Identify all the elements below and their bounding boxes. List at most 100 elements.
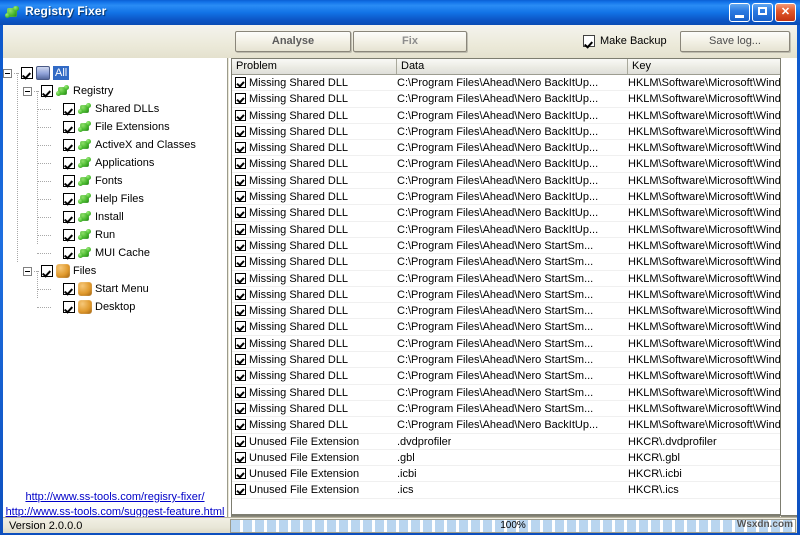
column-header-key[interactable]: Key xyxy=(628,59,780,74)
table-row[interactable]: Missing Shared DLL C:\Program Files\Ahead… xyxy=(232,352,780,369)
cell-problem: Missing Shared DLL xyxy=(249,272,349,285)
tree-item-all[interactable]: All xyxy=(3,64,227,82)
tree-item-fonts[interactable]: Fonts xyxy=(3,172,227,190)
table-row[interactable]: Missing Shared DLL C:\Program Files\Ahead… xyxy=(232,140,780,157)
row-checkbox[interactable] xyxy=(235,321,246,333)
tree-item-help-files[interactable]: Help Files xyxy=(3,190,227,208)
tree-item-start-menu[interactable]: Start Menu xyxy=(3,280,227,298)
table-row[interactable]: Missing Shared DLL C:\Program Files\Ahead… xyxy=(232,205,780,222)
tree-item-checkbox[interactable] xyxy=(63,301,75,313)
table-row[interactable]: Unused File Extension .dvdprofiler HKCR\.d… xyxy=(232,434,780,450)
table-row[interactable]: Missing Shared DLL C:\Program Files\Ahead… xyxy=(232,319,780,336)
row-checkbox[interactable] xyxy=(235,207,246,219)
maximize-button[interactable] xyxy=(752,3,773,22)
cell-key: HKLM\Software\Microsoft\Windows\Cu xyxy=(628,288,780,301)
tree-collapse-icon[interactable] xyxy=(23,267,32,276)
table-row[interactable]: Unused File Extension .ics HKCR\.ics xyxy=(232,482,780,499)
row-checkbox[interactable] xyxy=(235,174,246,186)
row-checkbox[interactable] xyxy=(235,142,246,154)
row-checkbox[interactable] xyxy=(235,337,246,349)
row-checkbox[interactable] xyxy=(235,256,246,268)
column-header-data[interactable]: Data xyxy=(397,59,628,74)
table-row[interactable]: Unused File Extension .icbi HKCR\.icbi xyxy=(232,466,780,483)
tree-item-registry[interactable]: Registry xyxy=(3,82,227,100)
table-row[interactable]: Missing Shared DLL C:\Program Files\Ahead… xyxy=(232,156,780,173)
row-checkbox[interactable] xyxy=(235,191,246,203)
table-row[interactable]: Missing Shared DLL C:\Program Files\Ahead… xyxy=(232,368,780,385)
row-checkbox[interactable] xyxy=(235,370,246,382)
footer-link-0[interactable]: http://www.ss-tools.com/regisry-fixer/ xyxy=(3,490,227,505)
table-row[interactable]: Missing Shared DLL C:\Program Files\Ahead… xyxy=(232,124,780,141)
tree-item-desktop[interactable]: Desktop xyxy=(3,298,227,316)
table-row[interactable]: Missing Shared DLL C:\Program Files\Ahead… xyxy=(232,222,780,238)
row-checkbox[interactable] xyxy=(235,354,246,366)
tree-collapse-icon[interactable] xyxy=(23,87,32,96)
table-row[interactable]: Missing Shared DLL C:\Program Files\Ahead… xyxy=(232,271,780,287)
row-checkbox[interactable] xyxy=(235,125,246,137)
tree-item-mui-cache[interactable]: MUI Cache xyxy=(3,244,227,262)
tree-item-files[interactable]: Files xyxy=(3,262,227,280)
minimize-button[interactable] xyxy=(729,3,750,22)
tree-item-checkbox[interactable] xyxy=(63,193,75,205)
row-checkbox[interactable] xyxy=(235,305,246,317)
table-row[interactable]: Missing Shared DLL C:\Program Files\Ahead… xyxy=(232,238,780,255)
column-header-problem[interactable]: Problem xyxy=(232,59,397,74)
table-row[interactable]: Unused File Extension .gbl HKCR\.gbl xyxy=(232,450,780,467)
row-checkbox[interactable] xyxy=(235,93,246,105)
table-row[interactable]: Missing Shared DLL C:\Program Files\Ahead… xyxy=(232,401,780,418)
close-button[interactable]: ✕ xyxy=(775,3,796,22)
tree-item-checkbox[interactable] xyxy=(63,175,75,187)
table-row[interactable]: Missing Shared DLL C:\Program Files\Ahead… xyxy=(232,303,780,320)
fix-button[interactable]: Fix xyxy=(353,31,467,52)
row-checkbox[interactable] xyxy=(235,288,246,300)
tree-item-checkbox[interactable] xyxy=(63,157,75,169)
tree-item-run[interactable]: Run xyxy=(3,226,227,244)
row-checkbox[interactable] xyxy=(235,223,246,235)
table-row[interactable]: Missing Shared DLL C:\Program Files\Ahead… xyxy=(232,189,780,206)
tree-item-checkbox[interactable] xyxy=(63,139,75,151)
row-checkbox[interactable] xyxy=(235,419,246,431)
save-log-button[interactable]: Save log... xyxy=(680,31,790,52)
tree-item-checkbox[interactable] xyxy=(63,247,75,259)
tree-item-checkbox[interactable] xyxy=(63,283,75,295)
row-checkbox[interactable] xyxy=(235,484,246,496)
listview-rows[interactable]: Missing Shared DLL C:\Program Files\Ahead… xyxy=(232,75,780,499)
tree-item-checkbox[interactable] xyxy=(21,67,33,79)
make-backup-checkbox[interactable]: Make Backup xyxy=(583,35,667,49)
table-row[interactable]: Missing Shared DLL C:\Program Files\Ahead… xyxy=(232,417,780,434)
tree-item-applications[interactable]: Applications xyxy=(3,154,227,172)
row-checkbox[interactable] xyxy=(235,402,246,414)
tree-item-checkbox[interactable] xyxy=(63,121,75,133)
row-checkbox[interactable] xyxy=(235,451,246,463)
table-row[interactable]: Missing Shared DLL C:\Program Files\Ahead… xyxy=(232,108,780,124)
table-row[interactable]: Missing Shared DLL C:\Program Files\Ahead… xyxy=(232,254,780,271)
row-checkbox[interactable] xyxy=(235,435,246,447)
table-row[interactable]: Missing Shared DLL C:\Program Files\Ahead… xyxy=(232,385,780,401)
tree-item-install[interactable]: Install xyxy=(3,208,227,226)
row-checkbox[interactable] xyxy=(235,468,246,480)
row-checkbox[interactable] xyxy=(235,77,246,88)
tree-item-shared-dlls[interactable]: Shared DLLs xyxy=(3,100,227,118)
tree-item-checkbox[interactable] xyxy=(41,85,53,97)
row-checkbox[interactable] xyxy=(235,386,246,398)
row-checkbox[interactable] xyxy=(235,158,246,170)
analyse-button[interactable]: Analyse xyxy=(235,31,351,52)
table-row[interactable]: Missing Shared DLL C:\Program Files\Ahead… xyxy=(232,287,780,304)
tree-item-file-extensions[interactable]: File Extensions xyxy=(3,118,227,136)
row-checkbox[interactable] xyxy=(235,239,246,251)
tree-item-checkbox[interactable] xyxy=(63,211,75,223)
tree-item-checkbox[interactable] xyxy=(63,103,75,115)
table-row[interactable]: Missing Shared DLL C:\Program Files\Ahead… xyxy=(232,173,780,190)
make-backup-check-icon[interactable] xyxy=(583,35,595,47)
table-row[interactable]: Missing Shared DLL C:\Program Files\Ahead… xyxy=(232,75,780,92)
tree-item-activex-and-classes[interactable]: ActiveX and Classes xyxy=(3,136,227,154)
row-checkbox[interactable] xyxy=(235,109,246,121)
table-row[interactable]: Missing Shared DLL C:\Program Files\Ahead… xyxy=(232,336,780,353)
row-checkbox[interactable] xyxy=(235,272,246,284)
tree-collapse-icon[interactable] xyxy=(3,69,12,78)
tree-item-checkbox[interactable] xyxy=(41,265,53,277)
tree-item-checkbox[interactable] xyxy=(63,229,75,241)
table-row[interactable]: Missing Shared DLL C:\Program Files\Ahead… xyxy=(232,91,780,108)
footer-link-1[interactable]: http://www.ss-tools.com/suggest-feature.… xyxy=(3,505,227,517)
category-tree[interactable]: All Registry Shared DLLs File Extensions Act… xyxy=(3,64,227,316)
